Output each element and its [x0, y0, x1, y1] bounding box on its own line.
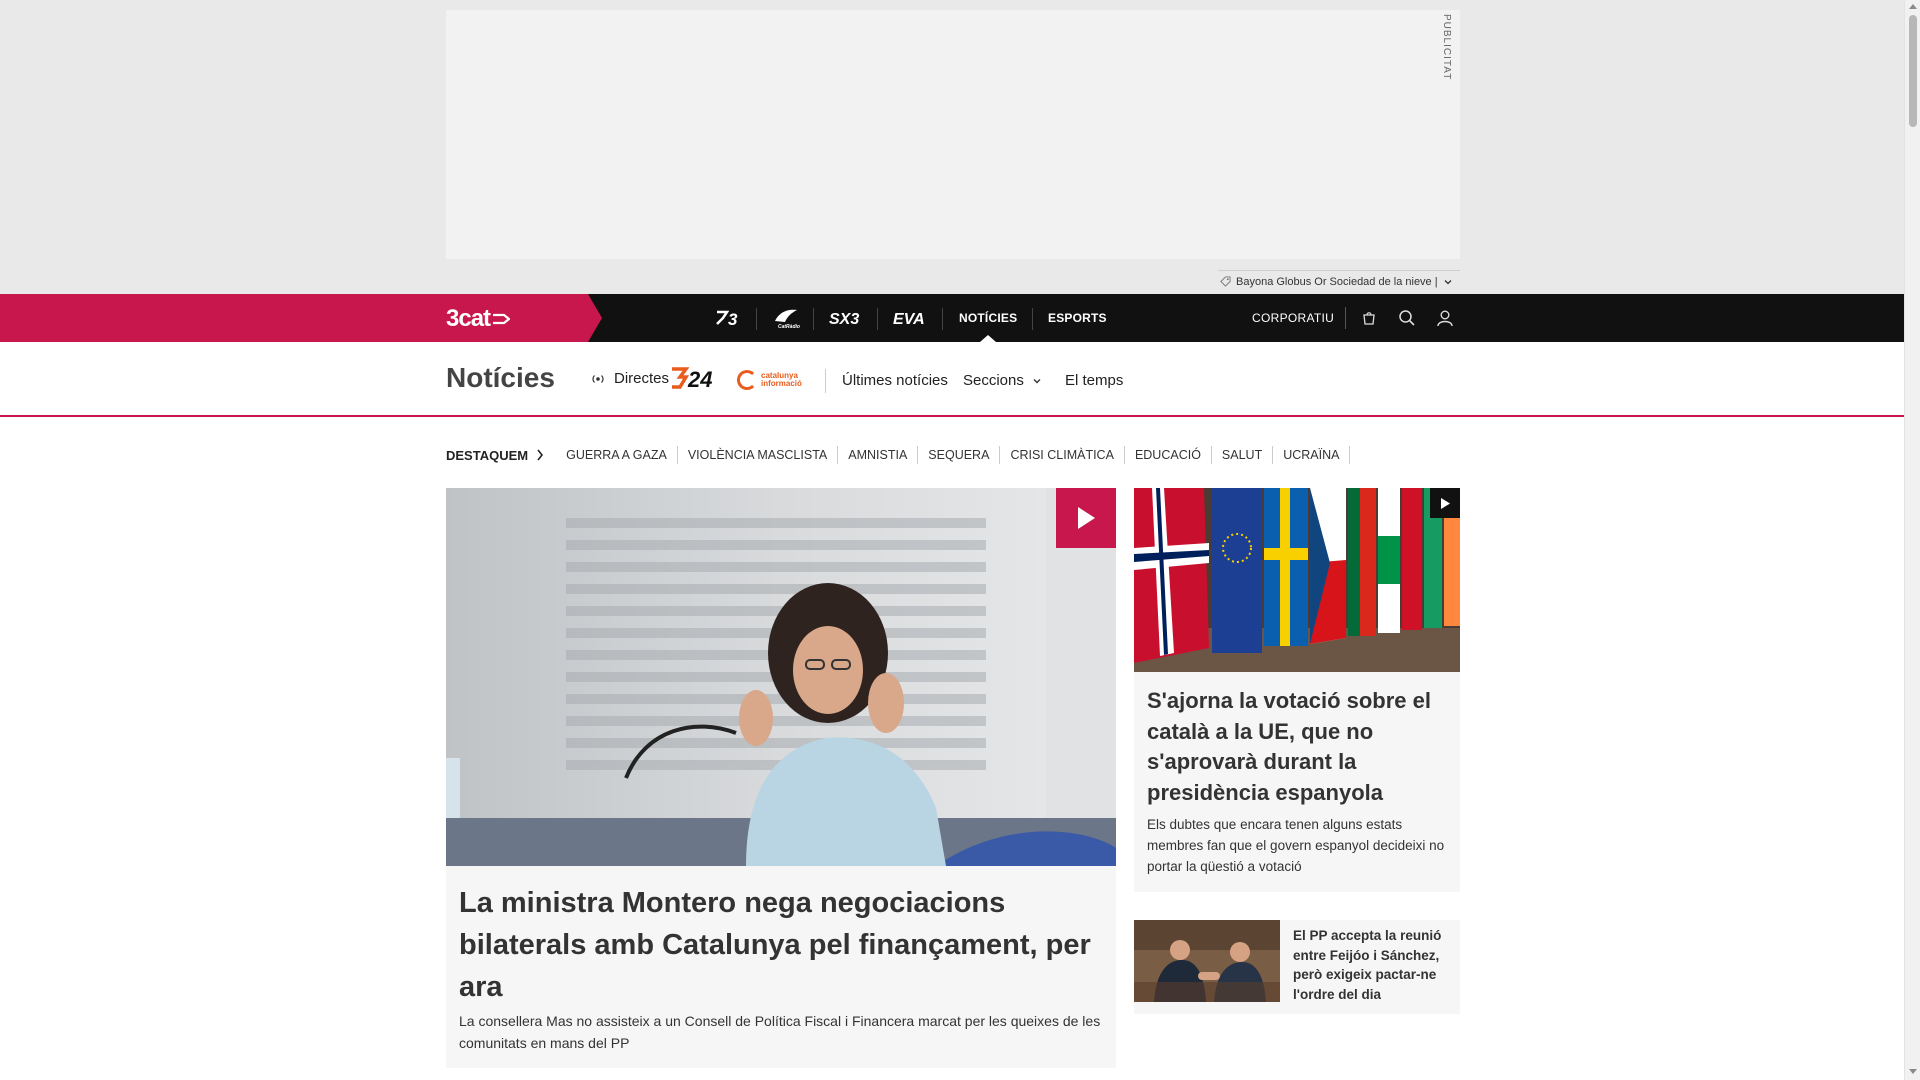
side-article-image[interactable] — [1134, 488, 1460, 672]
svg-text:3: 3 — [728, 310, 738, 328]
channel-eva[interactable]: EVA — [890, 294, 930, 342]
main-article-subtitle: La consellera Mas no assisteix a un Cons… — [459, 1013, 1101, 1051]
scroll-up-arrow-icon[interactable] — [1909, 4, 1917, 9]
nav-divider — [756, 308, 757, 330]
link-ultimes-noticies[interactable]: Últimes notícies — [842, 372, 948, 389]
play-icon — [1440, 497, 1450, 509]
link-el-temps[interactable]: El temps — [1065, 372, 1123, 389]
svg-text:EVA: EVA — [893, 311, 925, 327]
main-article-card[interactable]: La ministra Montero nega negociacions bi… — [446, 488, 1116, 1068]
small-article-image[interactable] — [1134, 920, 1280, 1002]
logo-catalunya-informacio[interactable]: catalunya informació — [737, 370, 809, 390]
ad-slot[interactable] — [446, 10, 1460, 259]
tag-educacio[interactable]: EDUCACIÓ — [1125, 446, 1212, 464]
directes-label: Directes — [614, 370, 670, 387]
page-title[interactable]: Notícies — [446, 362, 555, 394]
logo-324-icon: 24 — [672, 367, 712, 390]
chevron-right-icon — [537, 449, 544, 461]
side-article-title[interactable]: S'ajorna la votació sobre el català a la… — [1147, 686, 1447, 808]
logo-324[interactable]: 24 — [670, 366, 724, 390]
tag-guerra-a-gaza[interactable]: GUERRA A GAZA — [556, 446, 678, 464]
active-section-caret — [980, 335, 996, 342]
tv3-logo-icon: 3 — [716, 310, 738, 328]
nav-divider — [813, 308, 814, 330]
catradio-logo-icon: CatRàdio — [775, 309, 800, 329]
brand-logo-text: 3cat — [446, 305, 491, 332]
chevron-down-icon[interactable] — [1443, 277, 1453, 287]
ad-sponsor-bar[interactable]: Bayona Globus Or Sociedad de la nieve | — [1218, 270, 1460, 292]
ad-label: PUBLICITAT — [1441, 14, 1452, 81]
nav-divider — [1032, 308, 1033, 330]
svg-text:SX3: SX3 — [829, 311, 859, 327]
tag-icon — [1220, 276, 1231, 287]
sx3-logo-icon: SX3 — [829, 311, 859, 327]
nav-esports[interactable]: ESPORTS — [1048, 294, 1107, 342]
eva-logo-icon: EVA — [893, 311, 925, 327]
section-header: Notícies Directes 24 catalunya informaci… — [0, 342, 1904, 417]
brand-band — [0, 294, 602, 342]
main-article-image[interactable] — [446, 488, 1116, 866]
tag-crisi-climatica[interactable]: CRISI CLIMÀTICA — [1000, 446, 1125, 464]
svg-text:24: 24 — [687, 367, 712, 390]
brand-logo[interactable]: 3cat — [446, 305, 511, 333]
svg-text:CatRàdio: CatRàdio — [778, 324, 800, 329]
ci-logo-text: catalunya informació — [761, 371, 802, 388]
scroll-down-arrow-icon[interactable] — [1909, 1069, 1917, 1074]
side-article-card[interactable]: S'ajorna la votació sobre el català a la… — [1134, 488, 1460, 892]
nav-divider — [942, 308, 943, 330]
ad-band: PUBLICITAT Bayona Globus Or Sociedad de … — [0, 0, 1904, 294]
main-nav: 3cat 3 CatRàdio SX3 EVA NOTÍCIES ESPORTS… — [0, 294, 1904, 342]
ad-sponsor-text: Bayona Globus Or Sociedad de la nieve | — [1236, 275, 1438, 288]
channel-catradio[interactable]: CatRàdio — [768, 294, 804, 342]
destaquem-label[interactable]: DESTAQUEM — [446, 448, 544, 463]
user-icon[interactable] — [1433, 306, 1457, 330]
video-play-button[interactable] — [1430, 488, 1460, 518]
scroll-thumb[interactable] — [1909, 15, 1917, 127]
chevron-down-icon — [1033, 378, 1041, 383]
seccions-dropdown[interactable]: Seccions — [963, 372, 1042, 389]
nav-divider — [877, 308, 878, 330]
side-article-subtitle: Els dubtes que encara tenen alguns estat… — [1147, 817, 1445, 874]
destaquem-text: DESTAQUEM — [446, 447, 529, 463]
ci-ring-icon — [737, 370, 757, 390]
seccions-label: Seccions — [963, 372, 1024, 389]
video-play-button[interactable] — [1056, 488, 1116, 548]
destaquem-bar: DESTAQUEM GUERRA A GAZA VIOLÈNCIA MASCLI… — [446, 445, 1351, 465]
tag-violencia-masclista[interactable]: VIOLÈNCIA MASCLISTA — [678, 446, 839, 464]
channel-tv3[interactable]: 3 — [711, 294, 745, 342]
channel-sx3[interactable]: SX3 — [826, 294, 866, 342]
tag-ucraina[interactable]: UCRAÏNA — [1273, 446, 1351, 464]
small-article-title[interactable]: El PP accepta la reunió entre Feijóo i S… — [1293, 926, 1453, 1004]
small-article-card[interactable]: El PP accepta la reunió entre Feijóo i S… — [1134, 920, 1460, 1014]
tag-sequera[interactable]: SEQUERA — [918, 446, 1001, 464]
section-divider — [825, 369, 826, 393]
shopping-bag-icon[interactable] — [1357, 306, 1381, 330]
main-article-title[interactable]: La ministra Montero nega negociacions bi… — [459, 882, 1109, 1008]
live-broadcast-icon — [592, 374, 604, 383]
page-scrollbar[interactable] — [1904, 0, 1920, 1080]
nav-divider — [1345, 307, 1346, 329]
play-icon — [1078, 507, 1095, 529]
nav-corporatiu[interactable]: CORPORATIU — [1252, 294, 1334, 342]
tag-salut[interactable]: SALUT — [1212, 446, 1274, 464]
brand-arrow-icon — [493, 313, 511, 325]
search-icon[interactable] — [1395, 306, 1419, 330]
tag-amnistia[interactable]: AMNISTIA — [838, 446, 919, 464]
directes-link[interactable]: Directes — [590, 370, 669, 387]
